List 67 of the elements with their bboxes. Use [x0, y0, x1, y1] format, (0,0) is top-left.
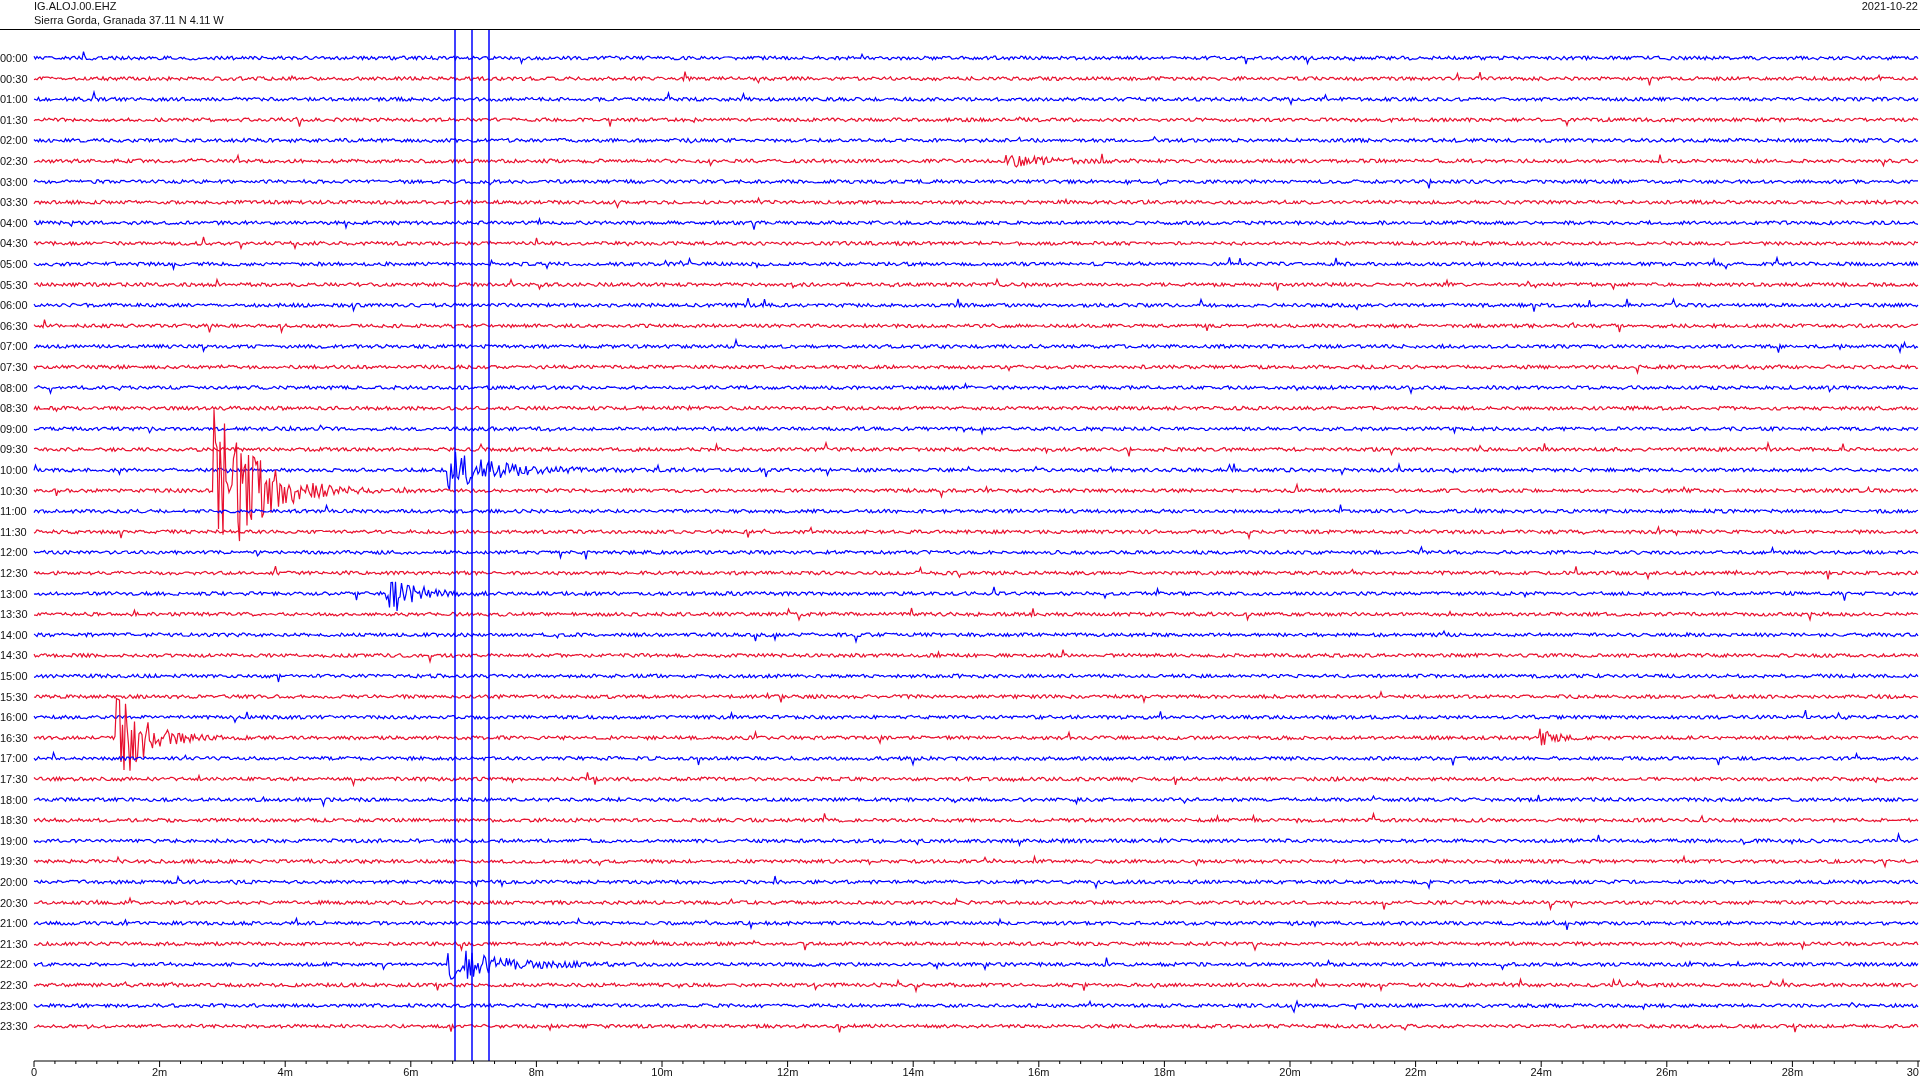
axis-label: 14m: [902, 1066, 924, 1078]
time-label: 11:30: [0, 525, 27, 538]
axis-label: 16m: [1028, 1066, 1050, 1078]
time-label: 00:30: [0, 72, 28, 85]
time-label: 17:30: [0, 773, 28, 785]
axis-label: 10m: [651, 1066, 673, 1078]
axis-label: 24m: [1530, 1066, 1552, 1078]
time-label: 04:30: [0, 237, 28, 250]
time-label: 03:00: [0, 175, 28, 188]
time-label: 15:30: [0, 690, 28, 703]
time-label: 12:30: [0, 567, 28, 579]
time-label: 07:30: [0, 361, 28, 373]
time-label: 10:00: [0, 464, 28, 476]
time-label: 10:30: [0, 484, 28, 497]
time-label: 09:00: [0, 422, 28, 435]
time-label: 19:30: [0, 855, 28, 868]
time-label: 08:30: [0, 402, 28, 415]
axis-label: 12m: [776, 1066, 799, 1078]
time-label: 07:00: [0, 340, 28, 353]
time-label: 06:30: [0, 319, 28, 332]
time-label: 08:00: [0, 381, 28, 394]
axis-label: 22m: [1404, 1066, 1427, 1078]
axis-label: 20m: [1279, 1066, 1301, 1078]
time-label: 11:00: [0, 505, 27, 518]
axis-label: 4m: [277, 1066, 293, 1078]
time-label: 16:00: [0, 711, 28, 724]
time-label: 20:30: [0, 896, 28, 909]
axis-label: 6m: [403, 1066, 419, 1078]
time-label: 17:00: [0, 752, 28, 765]
time-label: 18:00: [0, 793, 28, 806]
time-label: 22:30: [0, 979, 28, 991]
time-label: 15:00: [0, 670, 28, 682]
time-label: 16:30: [0, 731, 28, 744]
axis-label: 0: [30, 1066, 38, 1078]
time-label: 20:00: [0, 876, 28, 888]
axis-label: 28m: [1781, 1066, 1804, 1078]
station-location: Sierra Gorda, Granada 37.11 N 4.11 W: [34, 14, 224, 27]
time-label: 04:00: [0, 216, 28, 229]
axis-label: 26m: [1656, 1066, 1678, 1078]
time-label: 06:00: [0, 299, 28, 312]
time-label: 02:30: [0, 155, 28, 167]
axis-label: 30: [1906, 1066, 1919, 1078]
station-code: IG.ALOJ.00.EHZ: [34, 0, 118, 13]
time-label: 14:30: [0, 649, 28, 662]
axis-label: 18m: [1153, 1066, 1176, 1078]
time-label: 22:00: [0, 958, 28, 971]
time-label: 23:00: [0, 999, 28, 1012]
time-label: 13:00: [0, 587, 28, 600]
time-label: 00:00: [0, 52, 28, 64]
date-label: 2021-10-22: [1861, 0, 1918, 14]
time-label: 19:00: [0, 834, 28, 847]
time-label: 21:00: [0, 917, 28, 930]
time-label: 01:30: [0, 113, 28, 126]
time-label: 09:30: [0, 443, 28, 456]
time-label: 01:00: [0, 93, 28, 106]
axis-label: 8m: [528, 1066, 545, 1078]
time-label: 03:30: [0, 196, 28, 209]
time-label: 21:30: [0, 937, 28, 950]
time-label: 05:30: [0, 278, 28, 291]
time-label: 14:00: [0, 628, 28, 641]
time-label: 13:30: [0, 608, 28, 621]
time-label: 02:00: [0, 134, 28, 147]
time-label: 05:00: [0, 258, 28, 270]
time-label: 23:30: [0, 1020, 28, 1033]
time-label: 18:30: [0, 814, 28, 827]
time-label: 12:00: [0, 546, 28, 559]
axis-label: 2m: [151, 1066, 168, 1078]
